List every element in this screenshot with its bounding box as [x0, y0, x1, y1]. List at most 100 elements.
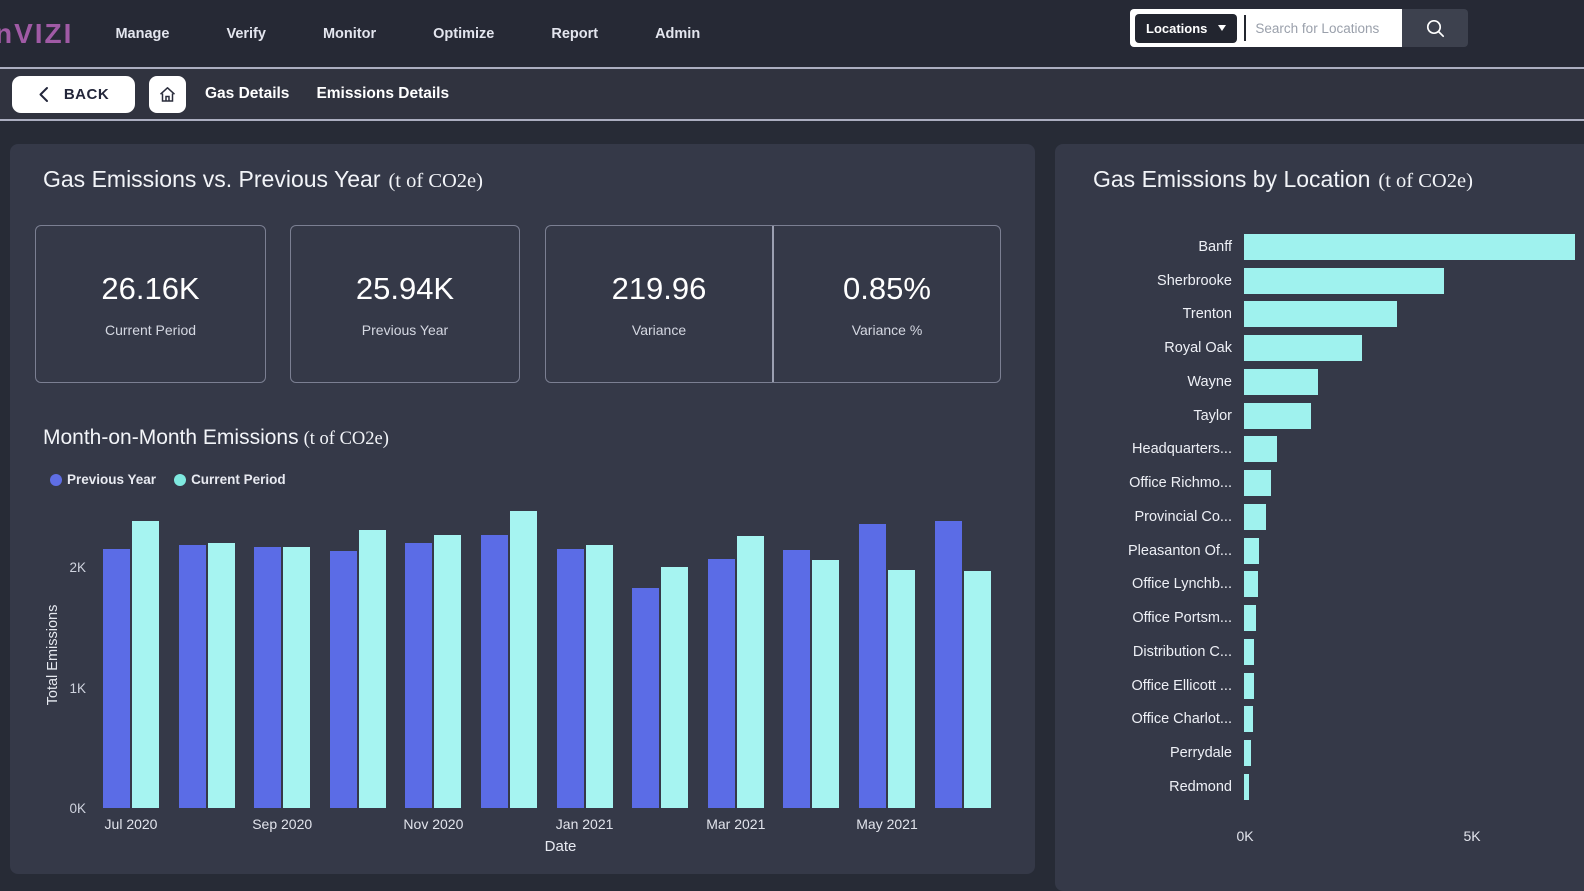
home-icon [159, 86, 176, 102]
month-bar-current-period[interactable] [132, 521, 159, 808]
search-divider [1244, 15, 1247, 41]
location-label: Provincial Co... [1134, 508, 1232, 525]
location-row: Perrydale [1055, 736, 1584, 770]
location-bar[interactable] [1244, 233, 1575, 260]
month-chart-y-tick: 2K [69, 560, 86, 576]
gas-emissions-by-location-panel: Gas Emissions by Location (t of CO2e) Ban… [1055, 144, 1584, 891]
main-menu: Manage Verify Monitor Optimize Report Ad… [115, 26, 700, 42]
location-bar[interactable] [1244, 773, 1249, 800]
month-bar-previous-year[interactable] [707, 559, 735, 808]
month-chart-plot-area: 0K 1K 2K Jul 2020 Sep 2020 Nov 2020 Jan 2021 Ma… [69, 502, 1023, 832]
month-bar-previous-year[interactable] [405, 543, 433, 808]
location-label: Office Charlot... [1131, 711, 1232, 728]
month-chart-title-unit: (t of CO2e) [303, 429, 389, 449]
location-bar[interactable] [1244, 537, 1259, 564]
location-row: Royal Oak [1055, 331, 1584, 365]
location-bar[interactable] [1244, 672, 1254, 699]
month-bar-current-period[interactable] [585, 545, 613, 808]
kpi-variance: 219.96 Variance [546, 226, 772, 382]
location-bar[interactable] [1244, 571, 1258, 598]
kpi-previous-year: 25.94K Previous Year [290, 225, 520, 383]
location-bar[interactable] [1244, 301, 1397, 328]
month-bar-current-period[interactable] [358, 530, 386, 808]
legend-label: Previous Year [67, 472, 157, 487]
location-label: Distribution C... [1132, 643, 1232, 660]
month-bar-current-period[interactable] [812, 560, 840, 808]
location-bar[interactable] [1244, 740, 1251, 767]
kpi-label: Previous Year [361, 321, 449, 338]
location-label: Headquarters... [1132, 441, 1232, 458]
month-bar-current-period[interactable] [207, 543, 235, 808]
location-bar[interactable] [1244, 267, 1444, 294]
month-bar-current-period[interactable] [963, 571, 991, 808]
month-bar-current-period[interactable] [434, 535, 462, 808]
location-row: Distribution C... [1055, 635, 1584, 669]
location-bar[interactable] [1244, 335, 1362, 362]
nav-item-report[interactable]: Report [551, 26, 598, 42]
search-scope-dropdown[interactable]: Locations [1135, 13, 1238, 43]
month-chart-x-tick: Mar 2021 [706, 816, 766, 832]
month-bar-current-period[interactable] [510, 511, 537, 808]
location-chart-x-tick: 5K [1463, 828, 1481, 844]
month-bar-previous-year[interactable] [481, 535, 508, 808]
location-row: Banff [1055, 230, 1584, 264]
location-bar[interactable] [1244, 368, 1318, 395]
tab-gas-details[interactable]: Gas Details [205, 85, 289, 103]
nav-item-verify[interactable]: Verify [226, 26, 266, 42]
location-bar[interactable] [1244, 706, 1253, 733]
month-bar-previous-year[interactable] [632, 588, 660, 808]
kpi-variance-percent: 0.85% Variance % [774, 226, 1000, 382]
location-row: Redmond [1055, 770, 1584, 804]
back-button[interactable]: BACK [12, 75, 135, 113]
search-input[interactable] [1255, 20, 1391, 36]
kpi-value: 25.94K [355, 270, 455, 306]
month-bar-previous-year[interactable] [556, 549, 584, 808]
left-panel-title-text: Gas Emissions vs. Previous Year [43, 166, 381, 192]
month-bar-current-period[interactable] [736, 536, 764, 808]
tab-emissions-details[interactable]: Emissions Details [316, 85, 449, 103]
location-row: Office Charlot... [1055, 703, 1584, 737]
month-bar-previous-year[interactable] [103, 549, 130, 808]
location-label: Taylor [1193, 407, 1232, 424]
month-bar-previous-year[interactable] [859, 524, 886, 808]
month-chart-y-tick: 0K [69, 801, 86, 816]
month-bar-previous-year[interactable] [934, 521, 962, 808]
month-bar-previous-year[interactable] [254, 547, 282, 808]
location-row: Trenton [1055, 298, 1584, 332]
kpi-current-period: 26.16K Current Period [35, 225, 266, 383]
location-label: Office Portsm... [1132, 610, 1232, 627]
nav-item-optimize[interactable]: Optimize [433, 26, 494, 42]
chevron-left-icon [39, 86, 48, 102]
location-label: Pleasanton Of... [1128, 542, 1232, 559]
month-bar-previous-year[interactable] [783, 550, 811, 808]
home-button[interactable] [149, 75, 186, 113]
legend-item-current-period[interactable]: Current Period [174, 472, 286, 487]
nav-item-monitor[interactable]: Monitor [323, 26, 376, 42]
month-bar-current-period[interactable] [888, 570, 915, 808]
location-bar[interactable] [1244, 638, 1254, 665]
month-bar-current-period[interactable] [661, 567, 689, 808]
month-bar-current-period[interactable] [283, 547, 311, 808]
month-bar-previous-year[interactable] [329, 551, 357, 808]
legend-item-previous-year[interactable]: Previous Year [50, 472, 156, 487]
location-row: Taylor [1055, 399, 1584, 433]
month-chart-y-axis-label: Total Emissions [45, 604, 61, 706]
detail-tabs: Gas Details Emissions Details [205, 85, 449, 103]
month-chart-x-tick: Nov 2020 [403, 816, 464, 832]
location-bar[interactable] [1244, 470, 1271, 497]
month-bar-previous-year[interactable] [178, 545, 206, 808]
kpi-value: 219.96 [611, 270, 707, 306]
location-chart-x-tick: 0K [1236, 828, 1254, 844]
location-label: Office Lynchb... [1132, 576, 1232, 593]
search-icon [1426, 19, 1444, 37]
location-bar[interactable] [1244, 503, 1266, 530]
breadcrumb-toolbar: BACK Gas Details Emissions Details [0, 67, 1584, 121]
location-bar[interactable] [1244, 605, 1256, 632]
location-bar[interactable] [1244, 402, 1311, 429]
nav-item-manage[interactable]: Manage [115, 26, 169, 42]
search-button[interactable] [1402, 9, 1468, 47]
location-label: Sherbrooke [1157, 272, 1232, 289]
location-bar[interactable] [1244, 436, 1277, 463]
nav-item-admin[interactable]: Admin [655, 26, 700, 42]
location-row: Provincial Co... [1055, 500, 1584, 534]
